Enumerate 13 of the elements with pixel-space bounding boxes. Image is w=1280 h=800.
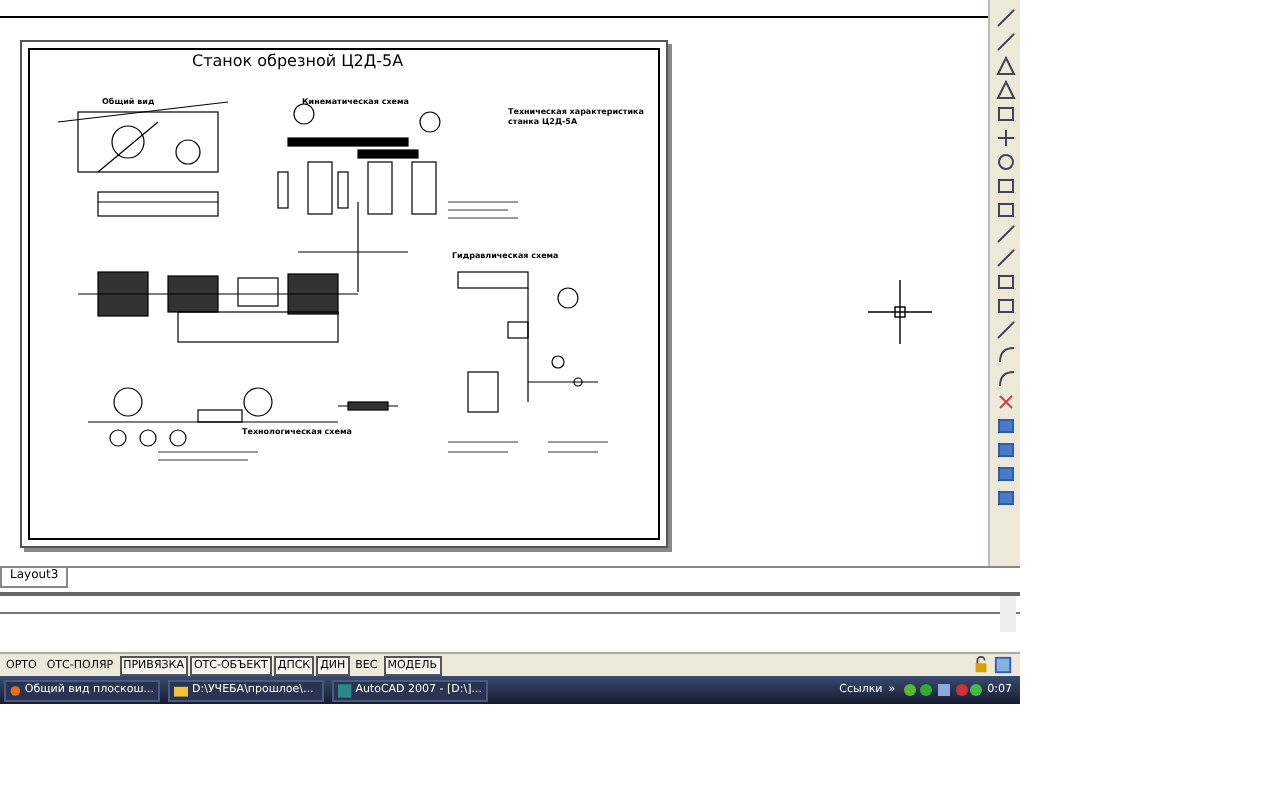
circle-tool-icon[interactable] [995,152,1015,172]
folder-icon [174,683,188,698]
cross-tool-icon[interactable] [995,128,1015,148]
globe-icon [10,683,21,698]
command-window[interactable] [0,591,1020,655]
line-tool-icon[interactable] [995,320,1015,340]
drawing-title: Станок обрезной Ц2Д-5А [192,52,404,70]
crosshair-cursor-icon [868,280,932,344]
triangle-tool-icon[interactable] [995,56,1015,76]
app-icon [338,683,352,698]
tray-icons[interactable] [901,682,982,699]
window-icon[interactable] [994,656,1012,675]
lock-icon[interactable] [972,656,990,675]
